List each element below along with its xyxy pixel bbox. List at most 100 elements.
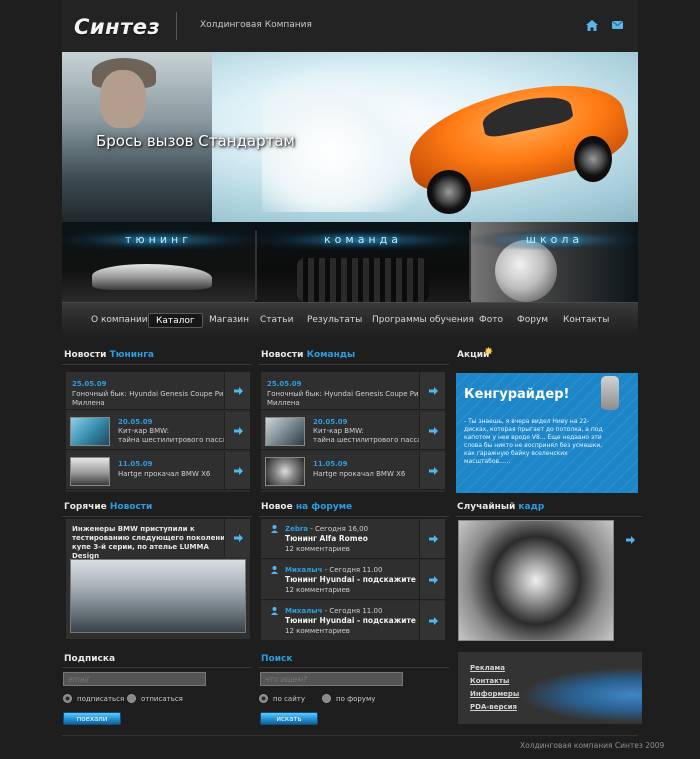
list-item[interactable]: Михалыч - Сегодня 11.00 Тюнинг Hyundai -… bbox=[261, 560, 445, 600]
section-title-highlight: кадр bbox=[518, 502, 545, 512]
radio-label: подписаться bbox=[77, 695, 125, 703]
nav-item-catalog[interactable]: Каталог bbox=[148, 313, 203, 328]
arrow-right-icon bbox=[234, 426, 243, 435]
forum-count: 12 комментариев bbox=[285, 545, 350, 553]
news-thumbnail bbox=[265, 457, 305, 486]
tuning-car-image bbox=[92, 264, 212, 290]
news-date: 11.05.09 bbox=[313, 460, 348, 468]
search-button[interactable]: искать bbox=[260, 712, 318, 725]
logo-divider bbox=[176, 12, 177, 40]
banner-slogan: Брось вызов Стандартам bbox=[96, 132, 295, 150]
section-title-highlight: Тюнинга bbox=[109, 350, 155, 360]
list-item[interactable]: 20.05.09 Кит-кар BMW: тайна шестилитровог… bbox=[261, 412, 445, 450]
arrow-button[interactable] bbox=[419, 452, 445, 489]
arrow-right-icon bbox=[234, 534, 243, 542]
section-rule bbox=[259, 364, 449, 365]
arrow-button[interactable] bbox=[224, 452, 250, 489]
section-rule bbox=[62, 516, 252, 517]
user-icon bbox=[271, 607, 278, 615]
radio-label: отписаться bbox=[141, 695, 183, 703]
arrow-right-icon bbox=[234, 466, 243, 475]
arrow-right-icon bbox=[429, 575, 438, 584]
nav-item-about[interactable]: О компании bbox=[84, 313, 155, 328]
company-title: Холдинговая Компания bbox=[200, 20, 312, 30]
forum-list: Zebra - Сегодня 16,00 Тюнинг Alfa Romeo … bbox=[261, 519, 445, 641]
link-contacts[interactable]: Контакты bbox=[470, 677, 509, 685]
nav-item-results[interactable]: Результаты bbox=[300, 313, 369, 328]
radio-subscribe[interactable] bbox=[63, 694, 72, 703]
list-item[interactable]: 11.05.09 Hartge прокачал BMW X6 bbox=[261, 452, 445, 490]
arrow-button[interactable] bbox=[419, 601, 445, 640]
arrow-right-icon bbox=[429, 426, 438, 435]
subscribe-button[interactable]: поехали bbox=[63, 712, 121, 725]
arrow-button[interactable] bbox=[224, 412, 250, 449]
nav-item-training[interactable]: Программы обучения bbox=[365, 313, 481, 328]
list-item[interactable]: 25.05.09 Гоночный бык: Hyundai Genesis C… bbox=[261, 372, 445, 410]
list-item[interactable]: Zebra - Сегодня 16,00 Тюнинг Alfa Romeo … bbox=[261, 519, 445, 559]
nav-item-photo[interactable]: Фото bbox=[472, 313, 510, 328]
mail-icon[interactable] bbox=[611, 20, 624, 29]
logo[interactable]: Синтез bbox=[74, 15, 160, 39]
news-date: 20.05.09 bbox=[118, 418, 153, 426]
arrow-button[interactable] bbox=[419, 519, 445, 558]
arrow-button[interactable] bbox=[224, 372, 250, 409]
radio-site[interactable] bbox=[259, 694, 268, 703]
list-item[interactable]: 25.05.09 Гоночный бык: Hyundai Genesis C… bbox=[66, 372, 250, 410]
arrow-right-icon bbox=[429, 386, 438, 395]
radio-unsubscribe[interactable] bbox=[127, 694, 136, 703]
section-title-highlight: Команды bbox=[306, 350, 356, 360]
nav-item-articles[interactable]: Статьи bbox=[253, 313, 300, 328]
promo-headline: Кенгурайдер! bbox=[464, 387, 570, 402]
news-date: 11.05.09 bbox=[118, 460, 153, 468]
search-input[interactable] bbox=[260, 672, 403, 686]
tile-team[interactable]: команда bbox=[257, 222, 469, 302]
section-title-search: Поиск bbox=[261, 654, 293, 664]
list-item[interactable]: 20.05.09 Кит-кар BMW: тайна шестилитровог… bbox=[66, 412, 250, 450]
forum-author: Михалыч - Сегодня 11.00 bbox=[285, 607, 383, 615]
section-title-highlight: на форуме bbox=[295, 502, 353, 512]
section-title-news-tuning: Новости Тюнинга bbox=[64, 350, 154, 360]
nav-item-contacts[interactable]: Контакты bbox=[556, 313, 616, 328]
tile-label: тюнинг bbox=[62, 230, 255, 250]
arrow-right-icon[interactable] bbox=[626, 536, 635, 544]
links-box: Реклама Контакты Информеры PDA-версия bbox=[458, 652, 642, 724]
section-title-plain: Новости bbox=[64, 350, 110, 360]
link-pda[interactable]: PDA-версия bbox=[470, 703, 517, 711]
hot-news-image[interactable] bbox=[70, 559, 246, 633]
email-field[interactable] bbox=[63, 672, 206, 686]
forum-topic: Тюнинг Hyundai - подскажите bbox=[285, 575, 416, 584]
arrow-button[interactable] bbox=[224, 519, 250, 557]
section-title-subscribe: Подписка bbox=[64, 654, 116, 664]
section-title-highlight: Новости bbox=[109, 502, 153, 512]
nav-item-forum[interactable]: Форум bbox=[510, 313, 555, 328]
star-icon: ✸ bbox=[484, 345, 494, 358]
section-rule bbox=[259, 516, 449, 517]
tile-tuning[interactable]: тюнинг bbox=[62, 222, 255, 302]
tire-image bbox=[297, 258, 429, 302]
hot-news-card[interactable]: Инженеры BMW приступили к тестированию с… bbox=[66, 519, 250, 639]
list-item[interactable]: Михалыч - Сегодня 11.00 Тюнинг Hyundai -… bbox=[261, 601, 445, 641]
news-thumbnail bbox=[265, 417, 305, 446]
section-rule bbox=[259, 667, 449, 668]
promo-tiles: тюнинг команда школа bbox=[62, 222, 638, 302]
arrow-button[interactable] bbox=[419, 372, 445, 409]
section-title-plain: Новое bbox=[261, 502, 296, 512]
list-item[interactable]: 11.05.09 Hartge прокачал BMW X6 bbox=[66, 452, 250, 490]
nav-item-shop[interactable]: Магазин bbox=[202, 313, 256, 328]
home-icon[interactable] bbox=[586, 20, 598, 31]
link-ads[interactable]: Реклама bbox=[470, 664, 505, 672]
arrow-button[interactable] bbox=[419, 412, 445, 449]
news-text: Hartge прокачал BMW X6 bbox=[118, 470, 211, 478]
news-thumbnail bbox=[70, 417, 110, 446]
random-photo[interactable] bbox=[458, 520, 614, 641]
arrow-right-icon bbox=[234, 386, 243, 395]
radio-forum[interactable] bbox=[322, 694, 331, 703]
promo-akcii[interactable]: Кенгурайдер! - Ты знаешь, я вчера видел … bbox=[456, 373, 638, 493]
banner-car-wheel bbox=[427, 170, 471, 214]
arrow-button[interactable] bbox=[419, 560, 445, 599]
link-informers[interactable]: Информеры bbox=[470, 690, 519, 698]
news-tuning-list: 25.05.09 Гоночный бык: Hyundai Genesis C… bbox=[66, 372, 250, 492]
news-date: 25.05.09 bbox=[267, 380, 302, 388]
section-title-forum: Новое на форуме bbox=[261, 502, 352, 512]
tile-school[interactable]: школа bbox=[471, 222, 638, 302]
